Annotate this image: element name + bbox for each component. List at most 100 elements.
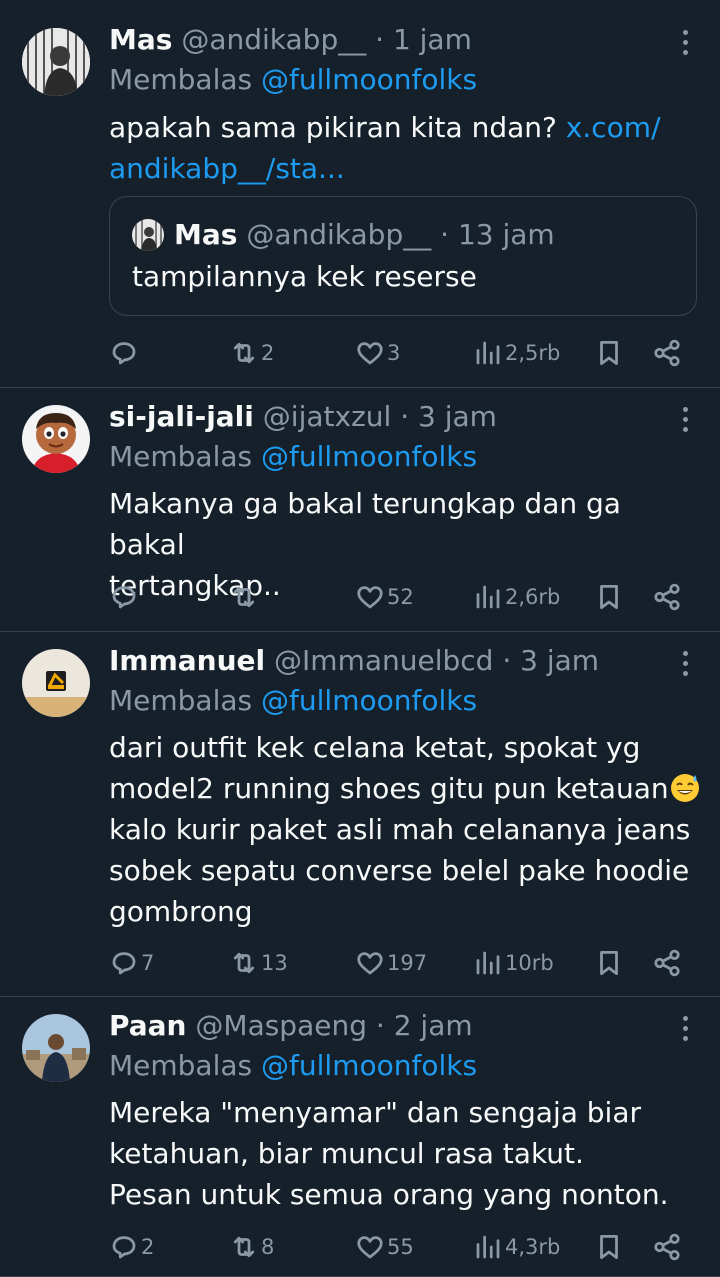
like-button[interactable]: 52 — [355, 577, 414, 617]
tweet-text-line: ketahuan, biar muncul rasa takut. — [109, 1137, 584, 1170]
retweet-button[interactable]: 8 — [229, 1227, 274, 1267]
reply-button[interactable]: 2 — [109, 1227, 154, 1267]
tweet-header: Mas @andikabp__ · 1 jam — [109, 20, 660, 60]
reply-context: Membalas @fullmoonfolks — [109, 60, 477, 100]
more-options-icon[interactable] — [676, 407, 696, 433]
bookmark-button[interactable] — [594, 943, 624, 983]
tweet-text-line: Mereka "menyamar" dan sengaja biar — [109, 1096, 641, 1129]
avatar[interactable] — [22, 1014, 90, 1082]
action-bar: 52 2,6rb — [109, 577, 690, 617]
author-handle[interactable]: @ijatxzul — [263, 400, 392, 433]
view-count: 10rb — [505, 951, 554, 975]
action-bar: 2 8 55 4,3rb — [109, 1227, 690, 1267]
tweet-header: Paan @Maspaeng · 2 jam — [109, 1006, 660, 1046]
author-name[interactable]: Mas — [109, 23, 172, 56]
views-button[interactable]: 2,6rb — [473, 577, 560, 617]
views-button[interactable]: 2,5rb — [473, 333, 560, 373]
tweet-text-line: kalo kurir paket asli mah celananya jean… — [109, 813, 691, 846]
author-handle[interactable]: @Maspaeng — [195, 1009, 367, 1042]
retweet-button[interactable]: 2 — [229, 333, 274, 373]
quoted-timestamp: · 13 jam — [440, 218, 555, 251]
share-button[interactable] — [652, 1227, 682, 1267]
reply-context: Membalas @fullmoonfolks — [109, 681, 477, 721]
quoted-tweet-text: tampilannya kek reserse — [132, 260, 477, 293]
author-name[interactable]: si-jali-jali — [109, 400, 254, 433]
view-count: 2,5rb — [505, 341, 561, 365]
bookmark-icon — [600, 341, 618, 365]
tweet-link-cont[interactable]: andikabp__/sta... — [109, 152, 345, 185]
timestamp[interactable]: · 3 jam — [502, 644, 599, 677]
reply-to-handle[interactable]: @fullmoonfolks — [261, 440, 477, 473]
tweet-text-line: gombrong — [109, 895, 253, 928]
reply-prefix: Membalas — [109, 1049, 253, 1082]
views-button[interactable]: 4,3rb — [473, 1227, 560, 1267]
more-options-icon[interactable] — [676, 651, 696, 677]
like-count: 197 — [387, 951, 428, 975]
timestamp[interactable]: · 1 jam — [375, 23, 472, 56]
tweet-text-line: sobek sepatu converse belel pake hoodie — [109, 854, 690, 887]
views-icon — [476, 341, 500, 365]
share-button[interactable] — [652, 333, 682, 373]
tweet-text-line: Pesan untuk semua orang yang nonton. — [109, 1178, 669, 1211]
reply-button[interactable] — [109, 333, 141, 373]
author-name[interactable]: Immanuel — [109, 644, 265, 677]
tweet-text: Mereka "menyamar" dan sengaja biar ketah… — [109, 1092, 702, 1215]
retweet-button[interactable]: 13 — [229, 943, 288, 983]
reply-button[interactable] — [109, 577, 141, 617]
view-count: 2,6rb — [505, 585, 561, 609]
reply-button[interactable]: 7 — [109, 943, 154, 983]
retweet-icon — [233, 342, 255, 364]
reply-to-handle[interactable]: @fullmoonfolks — [261, 1049, 477, 1082]
reply-count: 7 — [141, 951, 155, 975]
like-button[interactable]: 55 — [355, 1227, 414, 1267]
retweet-button[interactable] — [229, 577, 261, 617]
reply-prefix: Membalas — [109, 684, 253, 717]
tweet-text-line: dari outfit kek celana ketat, spokat yg — [109, 731, 641, 764]
author-name[interactable]: Paan — [109, 1009, 187, 1042]
heart-icon — [357, 1236, 383, 1259]
reply-count: 2 — [141, 1235, 155, 1259]
share-button[interactable] — [652, 943, 682, 983]
quoted-tweet[interactable]: Mas @andikabp__ · 13 jam tampilannya kek… — [109, 196, 697, 316]
tweet-text: dari outfit kek celana ketat, spokat yg … — [109, 727, 702, 932]
like-button[interactable]: 197 — [355, 943, 427, 983]
author-handle[interactable]: @andikabp__ — [181, 23, 366, 56]
tweet[interactable]: Immanuel @Immanuelbcd · 3 jam Membalas @… — [0, 631, 720, 997]
timestamp[interactable]: · 2 jam — [376, 1009, 473, 1042]
tweet[interactable]: si-jali-jali @ijatxzul · 3 jam Membalas … — [0, 387, 720, 632]
retweet-count: 8 — [261, 1235, 275, 1259]
quoted-author-handle: @andikabp__ — [246, 218, 432, 251]
tweet-text-line: Makanya ga bakal terungkap dan ga bakal — [109, 487, 621, 561]
reply-to-handle[interactable]: @fullmoonfolks — [261, 684, 477, 717]
author-handle[interactable]: @Immanuelbcd — [274, 644, 493, 677]
timestamp[interactable]: · 3 jam — [400, 400, 497, 433]
tweet-link[interactable]: x.com/ — [566, 111, 661, 144]
retweet-icon — [233, 952, 255, 974]
tweet[interactable]: Paan @Maspaeng · 2 jam Membalas @fullmoo… — [0, 996, 720, 1277]
bookmark-icon — [600, 951, 618, 975]
bookmark-button[interactable] — [594, 577, 624, 617]
like-button[interactable]: 3 — [355, 333, 400, 373]
avatar[interactable] — [22, 405, 90, 473]
tweet-header: si-jali-jali @ijatxzul · 3 jam — [109, 397, 660, 437]
views-icon — [476, 951, 500, 975]
quoted-author-name: Mas — [174, 218, 238, 251]
avatar[interactable] — [22, 649, 90, 717]
views-icon — [476, 585, 500, 609]
more-options-icon[interactable] — [676, 1016, 696, 1042]
reply-to-handle[interactable]: @fullmoonfolks — [261, 63, 477, 96]
avatar[interactable] — [22, 28, 90, 96]
retweet-count: 13 — [261, 951, 288, 975]
like-count: 52 — [387, 585, 414, 609]
action-bar: 7 13 197 10rb — [109, 943, 690, 983]
like-count: 55 — [387, 1235, 414, 1259]
views-button[interactable]: 10rb — [473, 943, 554, 983]
tweet[interactable]: Mas @andikabp__ · 1 jam Membalas @fullmo… — [0, 0, 720, 388]
reply-icon — [112, 586, 136, 609]
more-options-icon[interactable] — [676, 30, 696, 56]
share-button[interactable] — [652, 577, 682, 617]
retweet-icon — [233, 1236, 255, 1258]
bookmark-button[interactable] — [594, 1227, 624, 1267]
bookmark-icon — [600, 1235, 618, 1259]
bookmark-button[interactable] — [594, 333, 624, 373]
